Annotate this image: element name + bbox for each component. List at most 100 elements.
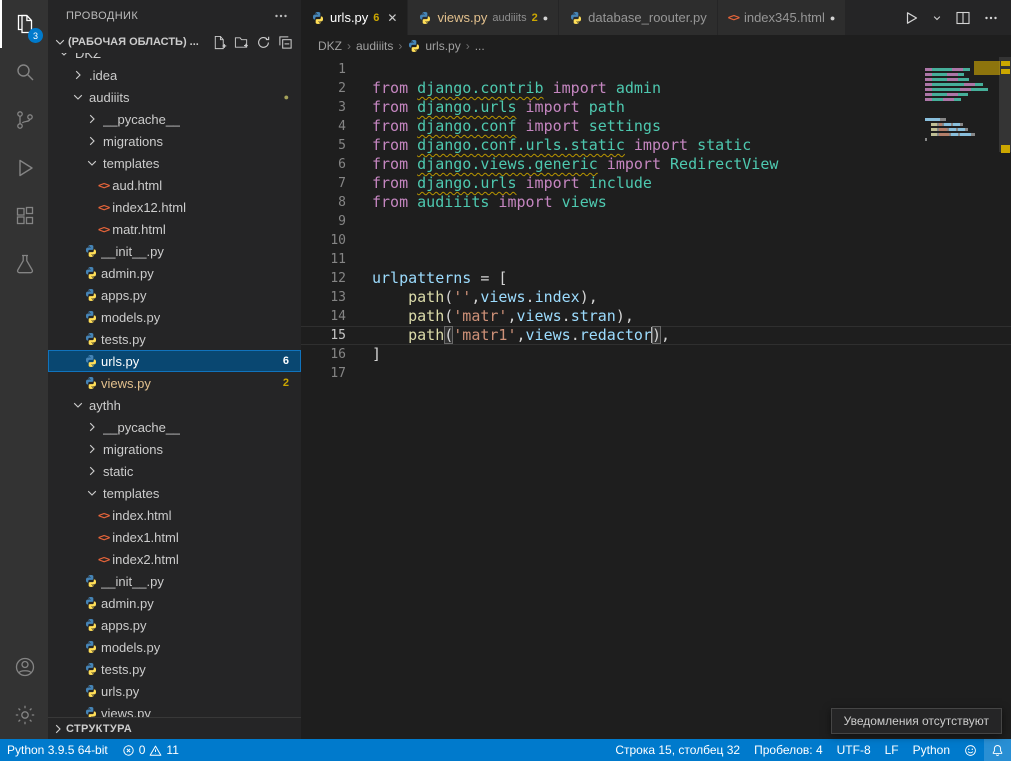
activity-item-run-debug[interactable] — [0, 144, 48, 192]
tree-item-static[interactable]: static — [48, 460, 301, 482]
more-actions-icon[interactable] — [273, 8, 289, 24]
indentation-setting[interactable]: Пробелов: 4 — [747, 739, 830, 761]
line-number: 10 — [301, 231, 363, 250]
tree-item-views-py[interactable]: views.py — [48, 702, 301, 717]
python-file-icon — [84, 332, 98, 346]
tree-item-models-py[interactable]: models.py — [48, 636, 301, 658]
tree-item-apps-py[interactable]: apps.py — [48, 614, 301, 636]
minimap[interactable] — [925, 63, 997, 148]
editor[interactable]: 12from django.contrib import admin3from … — [301, 57, 1011, 739]
tree-item-pycache[interactable]: __pycache__ — [48, 416, 301, 438]
tree-item-urls-py[interactable]: urls.py6 — [48, 350, 301, 372]
scrollbar[interactable] — [999, 57, 1011, 739]
tree-item-tests-py[interactable]: tests.py — [48, 658, 301, 680]
new-folder-icon[interactable] — [234, 35, 249, 50]
activity-item-account[interactable] — [0, 643, 48, 691]
activity-item-testing[interactable] — [0, 240, 48, 288]
tree-item-dkz[interactable]: DKZ — [48, 53, 301, 64]
code-line-7[interactable]: 7from django.urls import include — [301, 174, 1011, 193]
tree-item-index-html[interactable]: <>index.html — [48, 504, 301, 526]
code-line-2[interactable]: 2from django.contrib import admin — [301, 79, 1011, 98]
code-line-17[interactable]: 17 — [301, 364, 1011, 383]
activity-item-extensions[interactable] — [0, 192, 48, 240]
breadcrumb-item-urls-py[interactable]: urls.py — [407, 39, 460, 53]
notifications-bell[interactable] — [984, 739, 1011, 761]
tree-item-templates[interactable]: templates — [48, 152, 301, 174]
refresh-explorer-icon[interactable] — [256, 35, 271, 50]
workspace-header[interactable]: (РАБОЧАЯ ОБЛАСТЬ) ... — [48, 31, 301, 53]
language-mode[interactable]: Python — [906, 739, 957, 761]
code-line-6[interactable]: 6from django.views.generic import Redire… — [301, 155, 1011, 174]
code-line-1[interactable]: 1 — [301, 60, 1011, 79]
tab-index345-html[interactable]: <>index345.html● — [718, 0, 847, 35]
python-version-label: Python 3.9.5 64-bit — [7, 743, 108, 757]
run-icon[interactable] — [903, 10, 919, 26]
encoding-setting[interactable]: UTF-8 — [830, 739, 878, 761]
python-file-icon — [84, 684, 98, 698]
tree-item-views-py[interactable]: views.py2 — [48, 372, 301, 394]
eol-setting[interactable]: LF — [878, 739, 906, 761]
collapse-folders-icon[interactable] — [278, 35, 293, 50]
breadcrumb-item-dkz[interactable]: DKZ — [318, 39, 342, 53]
code-line-10[interactable]: 10 — [301, 231, 1011, 250]
tab-problems-badge: 2 — [532, 12, 538, 24]
code-line-4[interactable]: 4from django.conf import settings — [301, 117, 1011, 136]
tree-item-index2-html[interactable]: <>index2.html — [48, 548, 301, 570]
chevron-right-icon — [70, 67, 86, 83]
tree-item-admin-py[interactable]: admin.py — [48, 592, 301, 614]
outline-section[interactable]: СТРУКТУРА — [48, 717, 301, 739]
tree-item-migrations[interactable]: migrations — [48, 130, 301, 152]
tree-item-index1-html[interactable]: <>index1.html — [48, 526, 301, 548]
activity-item-explorer[interactable]: 3 — [0, 0, 48, 48]
feedback-button[interactable] — [957, 739, 984, 761]
code-line-8[interactable]: 8from audiiits import views — [301, 193, 1011, 212]
tab-views-py[interactable]: views.pyaudiiits2● — [408, 0, 559, 35]
tab-urls-py[interactable]: urls.py6✕ — [301, 0, 408, 35]
code-line-12[interactable]: 12urlpatterns = [ — [301, 269, 1011, 288]
breadcrumb-item-audiiits[interactable]: audiiits — [356, 39, 393, 53]
run-dropdown-icon[interactable] — [931, 12, 943, 24]
python-file-icon — [84, 662, 98, 676]
tree-item-apps-py[interactable]: apps.py — [48, 284, 301, 306]
tree-item-idea[interactable]: .idea — [48, 64, 301, 86]
notification-toast[interactable]: Уведомления отсутствуют — [831, 708, 1002, 734]
code-line-11[interactable]: 11 — [301, 250, 1011, 269]
activity-item-source-control[interactable] — [0, 96, 48, 144]
tree-item-audiiits[interactable]: audiiits● — [48, 86, 301, 108]
code-line-13[interactable]: 13 path('',views.index), — [301, 288, 1011, 307]
tree-item-matr-html[interactable]: <>matr.html — [48, 218, 301, 240]
tree-item-models-py[interactable]: models.py — [48, 306, 301, 328]
split-editor-icon[interactable] — [955, 10, 971, 26]
new-file-icon[interactable] — [212, 35, 227, 50]
activity-item-settings[interactable] — [0, 691, 48, 739]
tree-item-aud-html[interactable]: <>aud.html — [48, 174, 301, 196]
code-line-9[interactable]: 9 — [301, 212, 1011, 231]
tree-item-pycache[interactable]: __pycache__ — [48, 108, 301, 130]
code-line-14[interactable]: 14 path('matr',views.stran), — [301, 307, 1011, 326]
tab-database-roouter-py[interactable]: database_roouter.py — [559, 0, 718, 35]
python-file-icon — [84, 596, 98, 610]
tree-item-tests-py[interactable]: tests.py — [48, 328, 301, 350]
chevron-down-icon — [52, 34, 68, 50]
tree-item-admin-py[interactable]: admin.py — [48, 262, 301, 284]
code-line-15[interactable]: 15 path('matr1',views.redactor), — [301, 326, 1011, 345]
tree-item-init-py[interactable]: __init__.py — [48, 570, 301, 592]
python-interpreter[interactable]: Python 3.9.5 64-bit — [0, 739, 115, 761]
code-line-3[interactable]: 3from django.urls import path — [301, 98, 1011, 117]
tree-item-label: templates — [103, 486, 159, 501]
close-icon[interactable]: ✕ — [387, 11, 397, 25]
tree-item-aythh[interactable]: aythh — [48, 394, 301, 416]
tree-item-init-py[interactable]: __init__.py — [48, 240, 301, 262]
problems-indicator[interactable]: 0 11 — [115, 739, 186, 761]
status-bar-left: Python 3.9.5 64-bit 0 11 — [0, 739, 186, 761]
tree-item-migrations[interactable]: migrations — [48, 438, 301, 460]
activity-item-search[interactable] — [0, 48, 48, 96]
breadcrumb-item-item[interactable]: ... — [475, 39, 485, 53]
more-actions-icon[interactable] — [983, 10, 999, 26]
code-line-5[interactable]: 5from django.conf.urls.static import sta… — [301, 136, 1011, 155]
tree-item-index12-html[interactable]: <>index12.html — [48, 196, 301, 218]
tree-item-templates[interactable]: templates — [48, 482, 301, 504]
tree-item-urls-py[interactable]: urls.py — [48, 680, 301, 702]
cursor-position[interactable]: Строка 15, столбец 32 — [608, 739, 747, 761]
code-line-16[interactable]: 16] — [301, 345, 1011, 364]
